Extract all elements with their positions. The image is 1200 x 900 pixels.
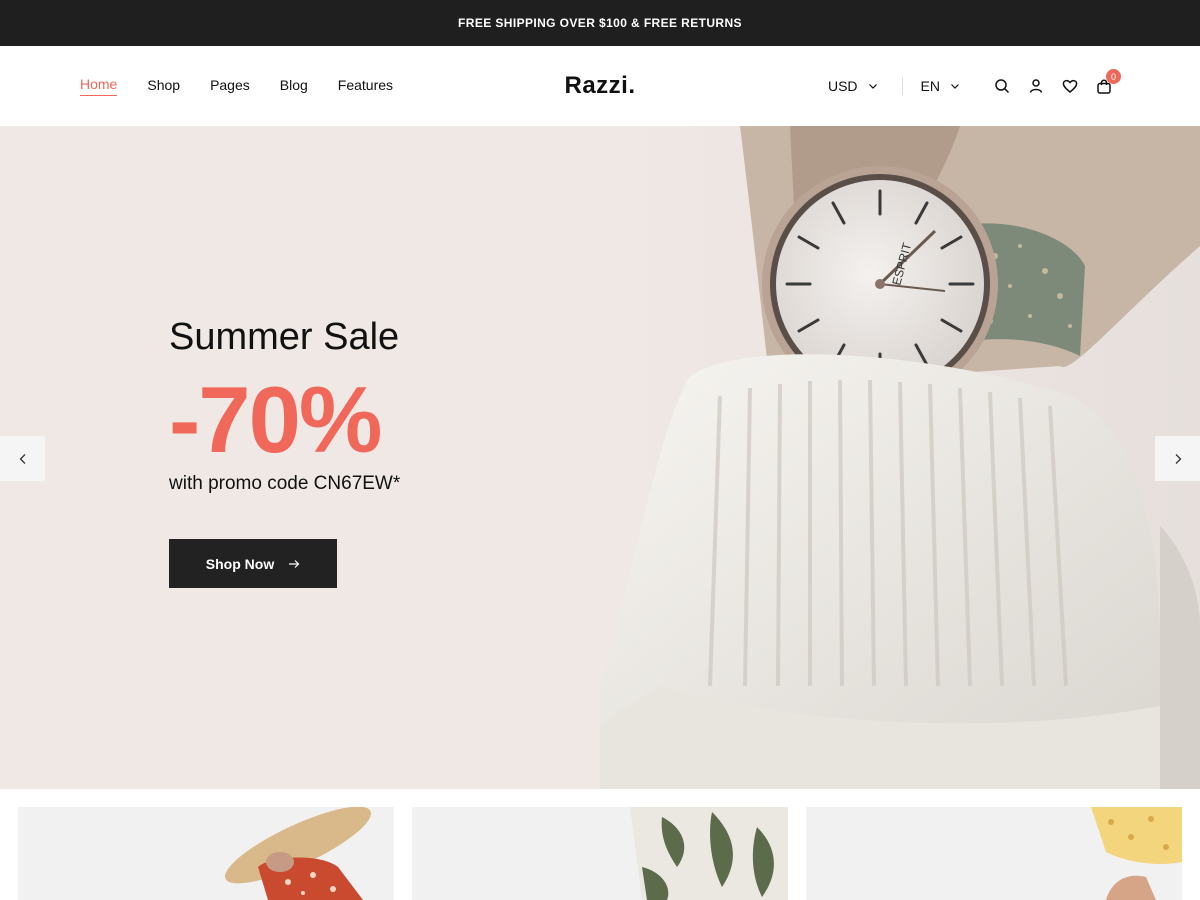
currency-value: USD [827, 78, 858, 94]
hero-title: Summer Sale [169, 316, 400, 358]
language-value: EN [920, 78, 940, 94]
category-image [806, 807, 1182, 900]
account-button[interactable] [1028, 78, 1044, 94]
currency-selector[interactable]: USD [828, 78, 878, 94]
divider [901, 77, 903, 95]
category-image [412, 807, 788, 900]
chevron-left-icon [19, 453, 25, 464]
cart-count-badge: 0 [1106, 69, 1121, 84]
chevron-right-icon [1175, 453, 1181, 464]
cart-button[interactable]: 0 [1096, 69, 1121, 94]
header-actions: USD EN 0 [828, 46, 1121, 126]
main-nav: Home Shop Pages Blog Features [80, 76, 393, 96]
category-cards [18, 807, 1182, 900]
chevron-down-icon [868, 84, 877, 89]
nav-home[interactable]: Home [80, 76, 118, 96]
hero-image: ESPRIT [600, 126, 1200, 789]
wishlist-button[interactable] [1062, 78, 1078, 94]
announcement-text: FREE SHIPPING OVER $100 & FREE RETURNS [458, 16, 742, 30]
site-logo[interactable]: Razzi. [564, 72, 635, 100]
arrow-right-icon [289, 559, 300, 568]
language-selector[interactable]: EN [921, 78, 960, 94]
nav-pages[interactable]: Pages [210, 77, 250, 96]
search-icon [995, 79, 1010, 94]
category-card[interactable] [18, 807, 394, 900]
header-icons: 0 [994, 69, 1121, 94]
heart-icon [1062, 79, 1078, 93]
shop-now-label: Shop Now [205, 555, 275, 572]
user-icon [1029, 79, 1043, 93]
hero-banner: ESPRIT Summer Sale -70% with promo code … [0, 126, 1200, 789]
category-card[interactable] [412, 807, 788, 900]
shop-now-button[interactable]: Shop Now [169, 539, 337, 588]
hero-discount: -70% [169, 367, 382, 472]
search-button[interactable] [994, 78, 1010, 94]
site-header: Home Shop Pages Blog Features Razzi. USD… [0, 46, 1200, 126]
chevron-down-icon [951, 84, 959, 89]
category-image [18, 807, 394, 900]
slider-next-button[interactable] [1155, 436, 1200, 481]
category-card[interactable] [806, 807, 1182, 900]
slider-prev-button[interactable] [0, 436, 45, 481]
nav-shop[interactable]: Shop [147, 77, 180, 96]
nav-features[interactable]: Features [338, 77, 393, 96]
hero-content: Summer Sale -70% with promo code CN67EW*… [169, 316, 400, 588]
announcement-bar: FREE SHIPPING OVER $100 & FREE RETURNS [0, 0, 1200, 46]
nav-blog[interactable]: Blog [280, 77, 308, 96]
hero-promo-text: with promo code CN67EW* [169, 473, 401, 494]
